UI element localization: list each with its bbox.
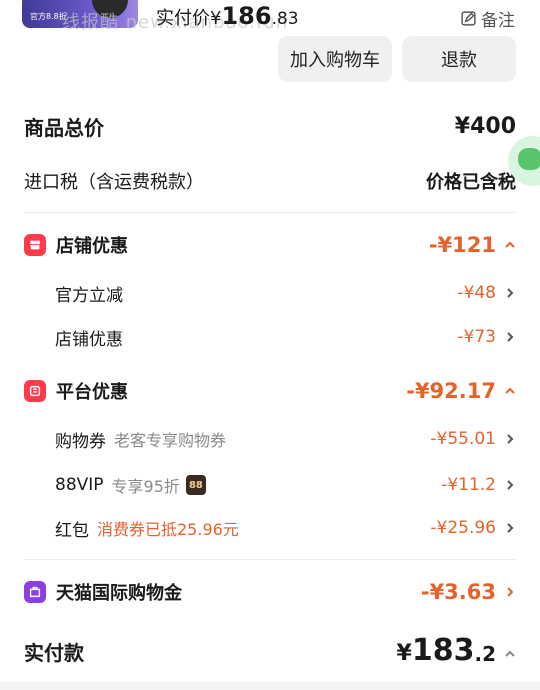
store-item-row[interactable]: 官方立减 -¥48	[55, 280, 516, 306]
chevron-right-icon	[507, 523, 514, 533]
note-label: 备注	[481, 11, 515, 31]
tmall-value: -¥3.63	[420, 580, 496, 604]
store-discount-value: -¥121	[428, 233, 496, 257]
store-discount-label: 店铺优惠	[56, 236, 128, 257]
divider	[24, 212, 516, 213]
coupon-value: -¥55.01	[430, 429, 496, 449]
vip-value: -¥11.2	[441, 475, 496, 495]
store-icon	[24, 234, 46, 256]
store-item-label: 店铺优惠	[55, 329, 123, 350]
top-paid-label: 实付价	[156, 8, 210, 29]
chevron-right-icon	[507, 434, 514, 444]
chevron-right-icon	[507, 587, 514, 597]
paid-symbol: ¥	[396, 641, 412, 666]
tax-value: 价格已含税	[426, 172, 516, 193]
vip-label: 88VIP	[55, 475, 104, 495]
chat-icon	[518, 148, 540, 170]
tmall-icon	[24, 581, 46, 603]
chevron-right-icon	[507, 332, 514, 342]
store-item-label: 官方立减	[55, 285, 123, 306]
edit-icon	[461, 11, 476, 26]
vip-detail: 专享95折	[111, 477, 180, 496]
total-row: 商品总价 ¥400	[24, 110, 516, 142]
add-to-cart-button[interactable]: 加入购物车	[278, 36, 392, 82]
refund-button[interactable]: 退款	[402, 36, 516, 82]
top-paid-price: 实付价¥186.83	[156, 2, 299, 30]
vip-detail-wrap: 专享95折 88	[112, 473, 206, 497]
top-paid-dec: .83	[271, 9, 299, 29]
platform-discount-label: 平台优惠	[56, 382, 128, 403]
redpack-detail: 消费券已抵25.96元	[97, 520, 239, 539]
chevron-up-icon	[505, 650, 515, 657]
tmall-label: 天猫国际购物金	[56, 583, 182, 604]
paid-label: 实付款	[24, 640, 84, 665]
store-item-value: -¥73	[457, 327, 496, 347]
vip-row[interactable]: 88VIP 专享95折 88 -¥11.2	[55, 472, 516, 498]
bottom-strip	[0, 682, 540, 690]
store-discount-row[interactable]: 店铺优惠 -¥121	[24, 230, 516, 260]
store-item-row[interactable]: 店铺优惠 -¥73	[55, 324, 516, 350]
store-item-value: -¥48	[457, 283, 496, 303]
tax-row: 进口税（含运费税款） 价格已含税	[24, 166, 516, 196]
redpack-row[interactable]: 红包 消费券已抵25.96元 -¥25.96	[55, 515, 516, 541]
chevron-up-icon	[505, 387, 515, 394]
tmall-gold-row[interactable]: 天猫国际购物金 -¥3.63	[24, 577, 516, 607]
vip-badge: 88	[185, 475, 206, 495]
coupon-detail: 老客专享购物券	[114, 431, 227, 450]
divider	[24, 559, 516, 560]
paid-row[interactable]: 实付款 ¥ 183 .2	[24, 633, 516, 669]
paid-dec: .2	[474, 642, 496, 666]
total-label: 商品总价	[24, 115, 104, 140]
chevron-up-icon	[505, 241, 515, 248]
tax-label: 进口税（含运费税款）	[24, 172, 204, 193]
platform-discount-row[interactable]: 平台优惠 -¥92.17	[24, 376, 516, 406]
total-value: ¥400	[454, 113, 516, 139]
coupon-row[interactable]: 购物券 老客专享购物券 -¥55.01	[55, 426, 516, 452]
top-paid-symbol: ¥	[210, 8, 222, 29]
chevron-right-icon	[507, 480, 514, 490]
platform-discount-value: -¥92.17	[406, 379, 496, 403]
note-button[interactable]: 备注	[460, 6, 515, 31]
coupon-label: 购物券	[55, 431, 106, 452]
top-paid-int: 186	[221, 2, 272, 30]
paid-int: 183	[411, 633, 475, 668]
platform-icon	[24, 380, 46, 402]
redpack-label: 红包	[55, 520, 89, 541]
redpack-value: -¥25.96	[430, 518, 496, 538]
chevron-right-icon	[507, 288, 514, 298]
